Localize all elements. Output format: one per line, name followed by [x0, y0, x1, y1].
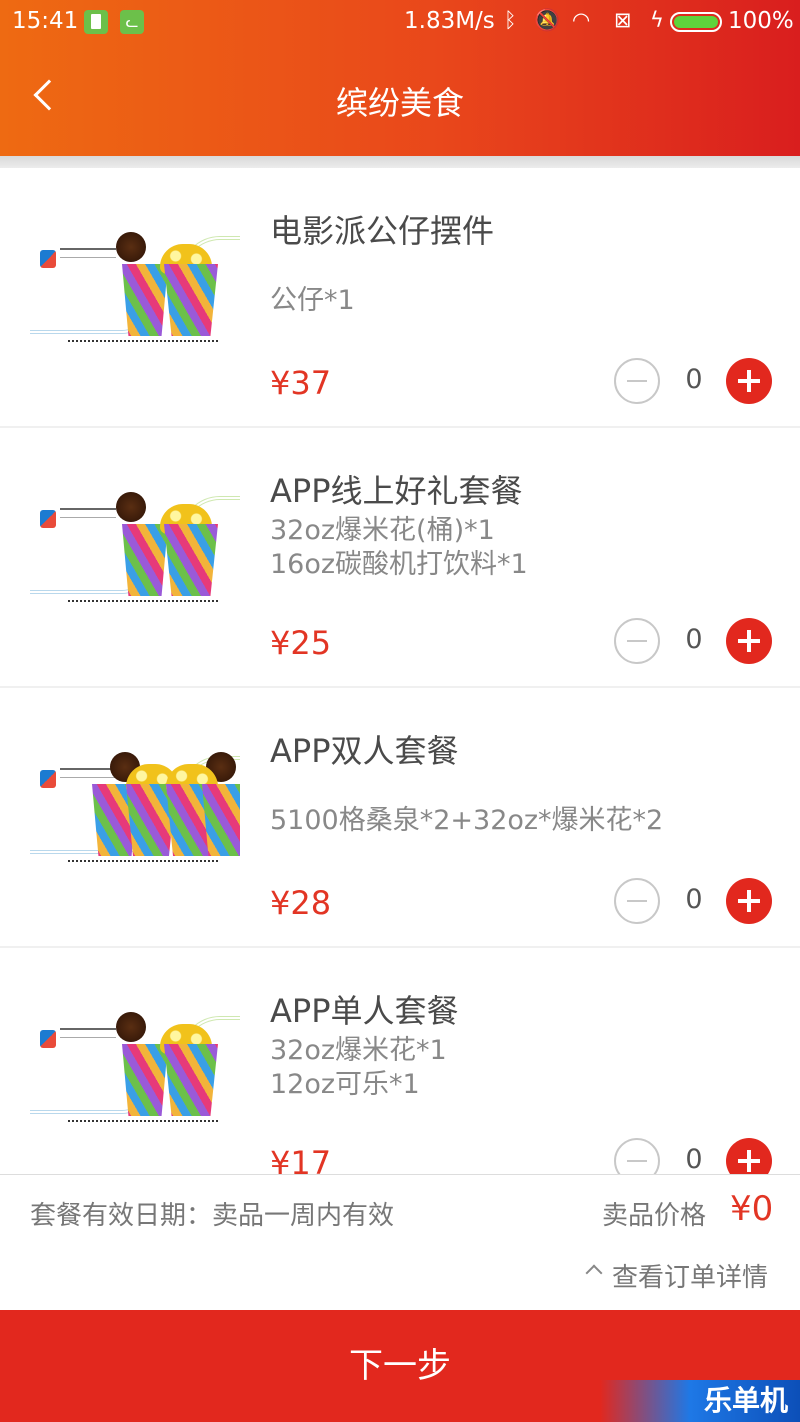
- product-desc-line: 16oz碳酸机打饮料*1: [270, 549, 528, 580]
- quantity-value: 0: [685, 364, 703, 395]
- drink-cup: [122, 264, 168, 336]
- product-desc: 5100格桑泉*2+32oz*爆米花*2: [270, 805, 664, 836]
- product-price: ¥25: [270, 624, 332, 662]
- product-desc: 公仔*1: [270, 285, 355, 316]
- product-image: [30, 228, 240, 356]
- product-name: APP双人套餐: [270, 732, 459, 770]
- product-image: [30, 488, 240, 616]
- image-caption: [68, 340, 218, 345]
- order-detail-link[interactable]: 查看订单详情: [612, 1257, 768, 1294]
- cinema-logo-text: [60, 508, 116, 518]
- product-desc-line: 32oz爆米花(桶)*1: [270, 515, 495, 546]
- product-name: APP单人套餐: [270, 992, 459, 1030]
- drink-cup: [122, 1044, 168, 1116]
- popcorn-bucket: [164, 264, 218, 336]
- image-caption: [68, 860, 218, 865]
- product-desc-line: 32oz爆米花*1: [270, 1035, 447, 1066]
- battery-icon: [670, 12, 722, 32]
- minus-icon[interactable]: [614, 878, 660, 924]
- quantity-value: 0: [685, 624, 703, 655]
- product-item[interactable]: APP单人套餐 32oz爆米花*1 12oz可乐*1 ¥17 0: [0, 948, 800, 1174]
- product-desc: 32oz爆米花(桶)*1 16oz碳酸机打饮料*1: [270, 514, 528, 582]
- cinema-logo-icon: [40, 1030, 56, 1048]
- product-item[interactable]: 电影派公仔摆件 公仔*1 ¥37 0: [0, 168, 800, 426]
- image-caption: [68, 600, 218, 605]
- cinema-logo-text: [60, 248, 116, 258]
- drink-cup: [122, 524, 168, 596]
- product-name: APP线上好礼套餐: [270, 472, 523, 510]
- product-price: ¥17: [270, 1144, 332, 1174]
- header-shadow: [0, 156, 800, 168]
- plus-icon[interactable]: [726, 618, 772, 664]
- drink-cup: [202, 784, 240, 856]
- product-list[interactable]: 电影派公仔摆件 公仔*1 ¥37 0 APP线上好礼套餐 32oz爆米花(桶)*…: [0, 156, 800, 1174]
- product-price: ¥28: [270, 884, 332, 922]
- image-caption: [68, 1120, 218, 1125]
- product-item[interactable]: APP双人套餐 5100格桑泉*2+32oz*爆米花*2 ¥28 0: [0, 688, 800, 946]
- battery-percent: 100%: [728, 8, 794, 34]
- status-time: 15:41: [12, 8, 79, 34]
- cinema-logo-text: [60, 1028, 116, 1038]
- cola-splash: [116, 232, 146, 262]
- cinema-logo-icon: [40, 510, 56, 528]
- popcorn-bucket: [164, 524, 218, 596]
- minus-icon[interactable]: [614, 1138, 660, 1174]
- order-summary: 套餐有效日期：卖品一周内有效 卖品价格 ¥0 查看订单详情: [0, 1174, 800, 1310]
- quantity-value: 0: [685, 1144, 703, 1174]
- mute-icon: 🔕: [534, 8, 561, 32]
- total-price-label: 卖品价格: [602, 1201, 707, 1231]
- quantity-value: 0: [685, 884, 703, 915]
- chevron-up-icon[interactable]: [585, 1264, 603, 1282]
- product-price: ¥37: [270, 364, 332, 402]
- product-image: [30, 1008, 240, 1136]
- plus-icon[interactable]: [726, 1138, 772, 1174]
- charging-icon: ϟ: [650, 8, 664, 32]
- product-image: [30, 748, 240, 876]
- network-speed: 1.83M/s: [404, 8, 495, 34]
- cola-splash: [116, 1012, 146, 1042]
- page-title: 缤纷美食: [335, 84, 464, 122]
- plus-icon[interactable]: [726, 878, 772, 924]
- cinema-logo-text: [60, 768, 116, 778]
- product-name: 电影派公仔摆件: [270, 212, 495, 250]
- plus-icon[interactable]: [726, 358, 772, 404]
- sim-icon: ⊠: [614, 8, 632, 32]
- total-price-value: ¥0: [730, 1189, 774, 1229]
- validity-text: 套餐有效日期：卖品一周内有效: [30, 1201, 395, 1231]
- cinema-logo-icon: [40, 770, 56, 788]
- app-header: 15:41 ᓚ 1.83M/s ᛒ 🔕 ◠ ⊠ ϟ 100% 缤纷美食: [0, 0, 800, 156]
- cat-app-icon: ᓚ: [120, 10, 144, 34]
- product-desc: 32oz爆米花*1 12oz可乐*1: [270, 1034, 447, 1102]
- wifi-icon: ◠: [572, 8, 591, 32]
- watermark-logo: 乐单机: [600, 1380, 800, 1422]
- product-item[interactable]: APP线上好礼套餐 32oz爆米花(桶)*1 16oz碳酸机打饮料*1 ¥25 …: [0, 428, 800, 686]
- bluetooth-icon: ᛒ: [504, 8, 517, 32]
- product-desc-line: 12oz可乐*1: [270, 1069, 420, 1100]
- minus-icon[interactable]: [614, 618, 660, 664]
- cinema-logo-icon: [40, 250, 56, 268]
- cola-splash: [116, 492, 146, 522]
- minus-icon[interactable]: [614, 358, 660, 404]
- battery-app-icon: [84, 10, 108, 34]
- popcorn-bucket: [164, 1044, 218, 1116]
- status-bar: 15:41 ᓚ 1.83M/s ᛒ 🔕 ◠ ⊠ ϟ 100%: [0, 0, 800, 46]
